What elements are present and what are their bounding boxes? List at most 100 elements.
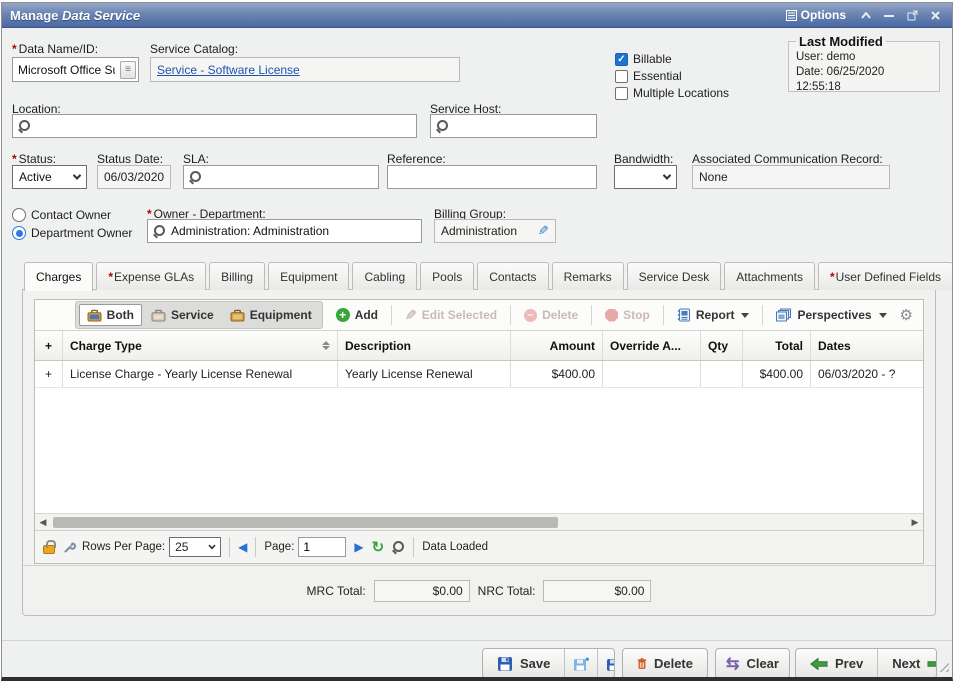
minimize-button[interactable]	[880, 7, 898, 23]
owner-department-input[interactable]	[166, 220, 421, 242]
column-qty[interactable]: Qty	[701, 331, 743, 360]
equipment-button[interactable]: Equipment	[223, 305, 319, 325]
tab-remarks[interactable]: Remarks	[552, 262, 624, 290]
billable-checkbox-row[interactable]: ✓ Billable	[615, 52, 672, 66]
table-row[interactable]: + License Charge - Yearly License Renewa…	[35, 361, 923, 388]
gear-icon[interactable]: ⚙	[900, 306, 913, 324]
scrollbar-thumb[interactable]	[53, 517, 558, 528]
service-catalog-label: Service Catalog:	[150, 42, 238, 56]
last-modified-panel: Last Modified User: demo Date: 06/25/202…	[788, 34, 940, 92]
next-page-button[interactable]: ▶	[354, 540, 363, 554]
tab-attachments[interactable]: Attachments	[724, 262, 815, 290]
tab-contacts[interactable]: Contacts	[477, 262, 548, 290]
lock-icon[interactable]	[43, 545, 55, 554]
data-name-detail-button[interactable]: ≡	[120, 61, 136, 79]
service-button[interactable]: Service	[144, 305, 221, 325]
department-owner-label: Department Owner	[31, 226, 132, 240]
search-icon	[153, 225, 166, 238]
save-and-new-button[interactable]	[564, 649, 597, 678]
popout-button[interactable]	[903, 7, 921, 23]
cell-charge-type: License Charge - Yearly License Renewal	[63, 361, 338, 387]
tab-charges[interactable]: Charges	[24, 262, 93, 291]
refresh-icon[interactable]: ↻	[372, 538, 385, 556]
column-amount[interactable]: Amount	[511, 331, 603, 360]
service-catalog-link[interactable]: Service - Software License	[157, 63, 300, 77]
essential-checkbox-row[interactable]: Essential	[615, 69, 682, 83]
options-button[interactable]: Options	[780, 6, 852, 24]
prev-button[interactable]: Prev	[796, 649, 877, 678]
collapse-button[interactable]	[857, 7, 875, 23]
search-grid-icon[interactable]	[392, 541, 405, 554]
sla-input[interactable]	[202, 166, 378, 188]
save-button[interactable]: Save	[483, 649, 564, 678]
multiple-locations-checkbox-row[interactable]: Multiple Locations	[615, 86, 729, 100]
prev-page-button[interactable]: ◀	[238, 540, 247, 554]
horizontal-scrollbar[interactable]: ◀ ▶	[35, 513, 923, 530]
tab-service-desk[interactable]: Service Desk	[627, 262, 722, 290]
both-button[interactable]: Both	[79, 304, 142, 326]
window-titlebar[interactable]: Manage Data Service Options	[2, 3, 952, 28]
next-button[interactable]: Next	[877, 649, 937, 678]
location-input[interactable]	[31, 115, 416, 137]
save-x-icon	[606, 656, 615, 672]
perspectives-button[interactable]: Perspectives	[769, 305, 893, 325]
column-override-amount[interactable]: Override A...	[603, 331, 701, 360]
column-charge-type[interactable]: Charge Type	[63, 331, 338, 360]
pager-separator	[229, 537, 230, 557]
department-owner-radio-row[interactable]: Department Owner	[12, 226, 132, 240]
essential-checkbox[interactable]	[615, 70, 628, 83]
report-button[interactable]: Report	[670, 305, 757, 325]
toolbar-separator	[510, 305, 511, 325]
resize-handle[interactable]	[936, 659, 949, 672]
scroll-left-arrow[interactable]: ◀	[35, 517, 51, 528]
edit-pencil-icon[interactable]: ✎	[538, 223, 549, 239]
wrench-icon[interactable]	[63, 541, 76, 554]
status-date-box: 06/03/2020	[97, 165, 171, 189]
stop-button[interactable]: Stop	[598, 305, 657, 325]
column-expand[interactable]: +	[35, 331, 63, 360]
page-input[interactable]	[298, 537, 346, 557]
report-icon	[677, 308, 691, 322]
service-host-input[interactable]	[449, 115, 596, 137]
totals-bar: MRC Total: $0.00 NRC Total: $0.00	[23, 565, 935, 615]
billable-checkbox[interactable]: ✓	[615, 53, 628, 66]
column-description[interactable]: Description	[338, 331, 511, 360]
add-plus-icon: +	[336, 308, 350, 322]
reference-input[interactable]	[388, 166, 596, 188]
arrow-left-icon	[810, 658, 828, 670]
contact-owner-radio-row[interactable]: Contact Owner	[12, 208, 111, 222]
contact-owner-radio[interactable]	[12, 208, 26, 222]
tab-cabling[interactable]: Cabling	[352, 262, 417, 290]
grid-empty-area	[35, 388, 923, 513]
close-button[interactable]	[926, 7, 944, 23]
page-label: Page:	[264, 541, 294, 553]
delete-row-button[interactable]: – Delete	[517, 305, 585, 325]
rows-per-page-select[interactable]: 25	[169, 537, 221, 557]
scroll-right-arrow[interactable]: ▶	[907, 517, 923, 528]
row-expand-toggle[interactable]: +	[35, 361, 63, 387]
data-name-input[interactable]	[13, 58, 120, 81]
multiple-locations-checkbox[interactable]	[615, 87, 628, 100]
clear-button[interactable]: ⇆ Clear	[716, 649, 789, 678]
add-button[interactable]: + Add	[329, 305, 385, 325]
department-owner-radio[interactable]	[12, 226, 26, 240]
arrow-right-icon	[927, 658, 937, 670]
billing-group-box: Administration ✎	[434, 219, 556, 243]
status-select[interactable]: Active	[12, 165, 87, 189]
tab-billing[interactable]: Billing	[209, 262, 265, 290]
close-icon	[931, 11, 940, 20]
chevron-up-icon	[861, 12, 871, 19]
edit-selected-button[interactable]: ✎ Edit Selected	[398, 304, 504, 327]
clear-arrows-icon: ⇆	[726, 654, 739, 674]
service-catalog-box: Service - Software License	[150, 57, 460, 82]
column-dates[interactable]: Dates	[811, 331, 923, 360]
tab-equipment[interactable]: Equipment	[268, 262, 349, 290]
delete-button[interactable]: Delete	[623, 649, 707, 678]
tab-expense-glas[interactable]: *Expense GLAs	[96, 262, 206, 290]
bandwidth-select[interactable]	[614, 165, 677, 189]
mrc-total-box: $0.00	[374, 580, 470, 602]
tab-user-defined-fields[interactable]: *User Defined Fields	[818, 262, 953, 290]
save-and-close-button[interactable]	[597, 649, 615, 678]
column-total[interactable]: Total	[743, 331, 811, 360]
tab-pools[interactable]: Pools	[420, 262, 474, 290]
